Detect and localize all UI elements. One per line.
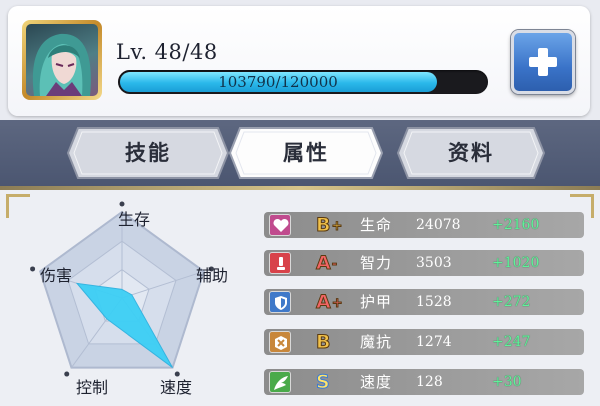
tab-profile[interactable]: 资料	[396, 126, 546, 180]
stat-bonus: +247	[492, 334, 531, 350]
stat-row-hp: B+ 生命 24078 +2160	[264, 212, 584, 238]
stat-bonus: +30	[492, 374, 522, 390]
stat-bonus: +1020	[492, 255, 540, 271]
hero-avatar	[26, 24, 98, 96]
stat-grade-letter: B	[315, 331, 331, 354]
radar-label-damage: 伤害	[40, 266, 73, 285]
stat-grade: A+	[316, 289, 344, 315]
stat-grade: A-	[316, 250, 338, 276]
stat-name: 生命	[360, 216, 393, 234]
stat-bonus: +272	[492, 294, 531, 310]
add-experience-button[interactable]	[511, 30, 575, 94]
hero-header-card: Lv. 48/48 103790/120000	[8, 6, 590, 116]
plus-icon-vertical	[538, 48, 548, 76]
stat-grade-letter: B	[315, 214, 331, 237]
stat-value: 3503	[416, 255, 452, 271]
magic-resist-icon	[269, 331, 291, 353]
stat-value: 24078	[416, 217, 461, 233]
radar-vertex-dot	[30, 266, 36, 272]
wing-icon	[269, 371, 291, 393]
corner-ornament-left	[6, 194, 30, 218]
radar-vertex-dot	[64, 371, 70, 377]
tab-attributes[interactable]: 属性	[228, 126, 384, 180]
stat-grade-modifier: +	[331, 219, 343, 235]
stat-grade: B	[315, 329, 331, 355]
stat-value: 1528	[416, 294, 452, 310]
stat-grade-letter: S	[316, 371, 331, 394]
stat-row-speed: S 速度 128 +30	[264, 369, 584, 395]
stat-bonus: +2160	[492, 217, 540, 233]
tab-skills-label: 技能	[125, 141, 171, 165]
stat-grade-letter: A	[316, 291, 332, 314]
tab-attributes-label: 属性	[283, 141, 329, 165]
attribute-radar-chart	[30, 201, 214, 377]
stat-row-magic-resist: B 魔抗 1274 +247	[264, 329, 584, 355]
experience-bar: 103790/120000	[118, 70, 488, 94]
stat-name: 护甲	[360, 293, 393, 311]
radar-label-survival: 生存	[118, 210, 151, 229]
radar-label-speed: 速度	[160, 378, 193, 397]
hero-level: Lv. 48/48	[116, 40, 218, 64]
stat-grade-modifier: -	[331, 257, 338, 273]
hero-portrait[interactable]	[22, 20, 102, 100]
tab-profile-label: 资料	[448, 141, 494, 165]
stat-grade: S	[316, 369, 331, 395]
stat-row-armor: A+ 护甲 1528 +272	[264, 289, 584, 315]
radar-label-control: 控制	[76, 378, 109, 397]
heart-icon	[269, 214, 291, 236]
tab-skills[interactable]: 技能	[66, 126, 230, 180]
radar-label-support: 辅助	[196, 266, 229, 285]
stat-value: 128	[416, 374, 443, 390]
potion-icon	[269, 252, 291, 274]
stat-grade-modifier: +	[331, 296, 343, 312]
stat-name: 魔抗	[360, 333, 393, 351]
stat-name: 智力	[360, 254, 393, 272]
stat-grade: B+	[315, 212, 343, 238]
experience-text: 103790/120000	[218, 73, 338, 91]
stat-name: 速度	[360, 373, 393, 391]
stat-grade-letter: A	[316, 252, 332, 275]
stat-row-intelligence: A- 智力 3503 +1020	[264, 250, 584, 276]
stat-value: 1274	[416, 334, 452, 350]
shield-icon	[269, 291, 291, 313]
